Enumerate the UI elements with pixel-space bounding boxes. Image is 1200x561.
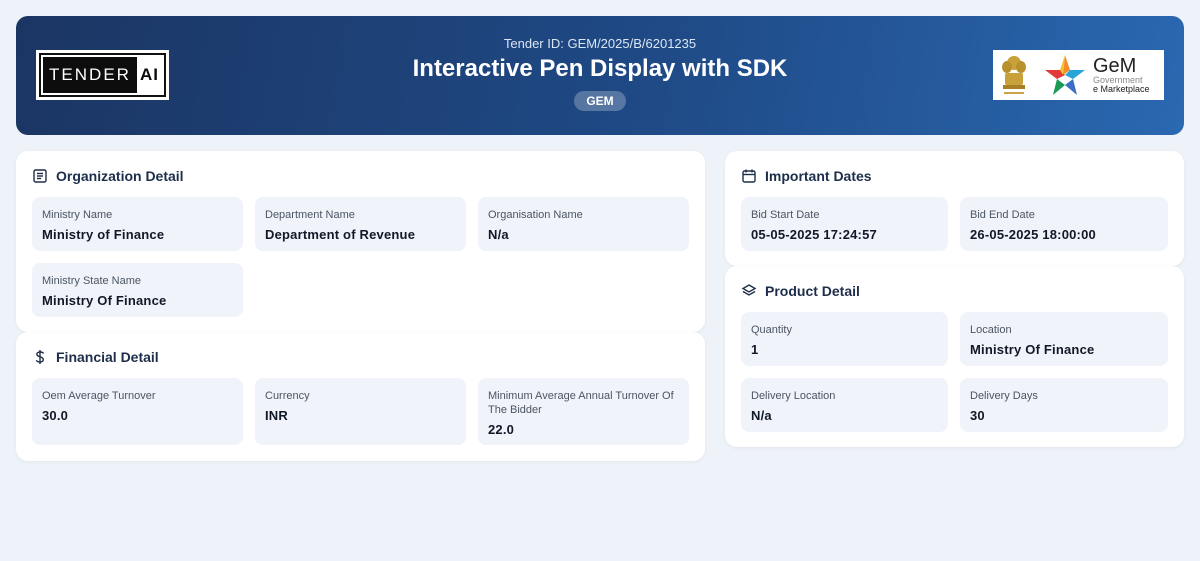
field-delivery-days: Delivery Days 30	[960, 378, 1168, 432]
field-ministry-state-name: Ministry State Name Ministry Of Finance	[32, 263, 243, 317]
calendar-icon	[742, 169, 756, 183]
layers-icon	[741, 284, 757, 296]
source-badge: GEM	[574, 91, 626, 111]
field-department-name: Department Name Department of Revenue	[255, 197, 466, 251]
field-bid-end-date: Bid End Date 26-05-2025 18:00:00	[960, 197, 1168, 251]
important-dates-title: Important Dates	[765, 168, 872, 184]
national-emblem-icon	[1002, 56, 1026, 94]
field-oem-average-turnover: Oem Average Turnover 30.0	[32, 378, 243, 445]
field-delivery-location: Delivery Location N/a	[741, 378, 948, 432]
field-min-annual-turnover: Minimum Average Annual Turnover Of The B…	[478, 378, 689, 445]
gem-line-marketplace: e Marketplace	[1093, 84, 1150, 94]
organization-detail-title: Organization Detail	[56, 168, 184, 184]
financial-detail-title: Financial Detail	[56, 349, 159, 365]
document-icon	[33, 169, 47, 183]
important-dates-card: Important Dates Bid Start Date 05-05-202…	[725, 151, 1184, 266]
dollar-icon	[35, 350, 45, 364]
product-detail-title: Product Detail	[765, 283, 860, 299]
field-bid-start-date: Bid Start Date 05-05-2025 17:24:57	[741, 197, 948, 251]
financial-detail-card: Financial Detail Oem Average Turnover 30…	[16, 332, 705, 461]
field-location: Location Ministry Of Finance	[960, 312, 1168, 366]
field-ministry-name: Ministry Name Ministry of Finance	[32, 197, 243, 251]
gem-star-icon	[1045, 55, 1085, 95]
field-organisation-name: Organisation Name N/a	[478, 197, 689, 251]
tender-id: Tender ID: GEM/2025/B/6201235	[503, 36, 697, 51]
field-quantity: Quantity 1	[741, 312, 948, 366]
field-currency: Currency INR	[255, 378, 466, 445]
product-detail-card: Product Detail Quantity 1 Location Minis…	[725, 266, 1184, 447]
organization-detail-card: Organization Detail Ministry Name Minist…	[16, 151, 705, 332]
gem-brand: GeM	[1093, 55, 1137, 77]
tender-header: TENDER AI Tender ID: GEM/2025/B/6201235 …	[16, 16, 1184, 135]
gem-logo[interactable]: GeM Government e Marketplace	[993, 50, 1164, 100]
